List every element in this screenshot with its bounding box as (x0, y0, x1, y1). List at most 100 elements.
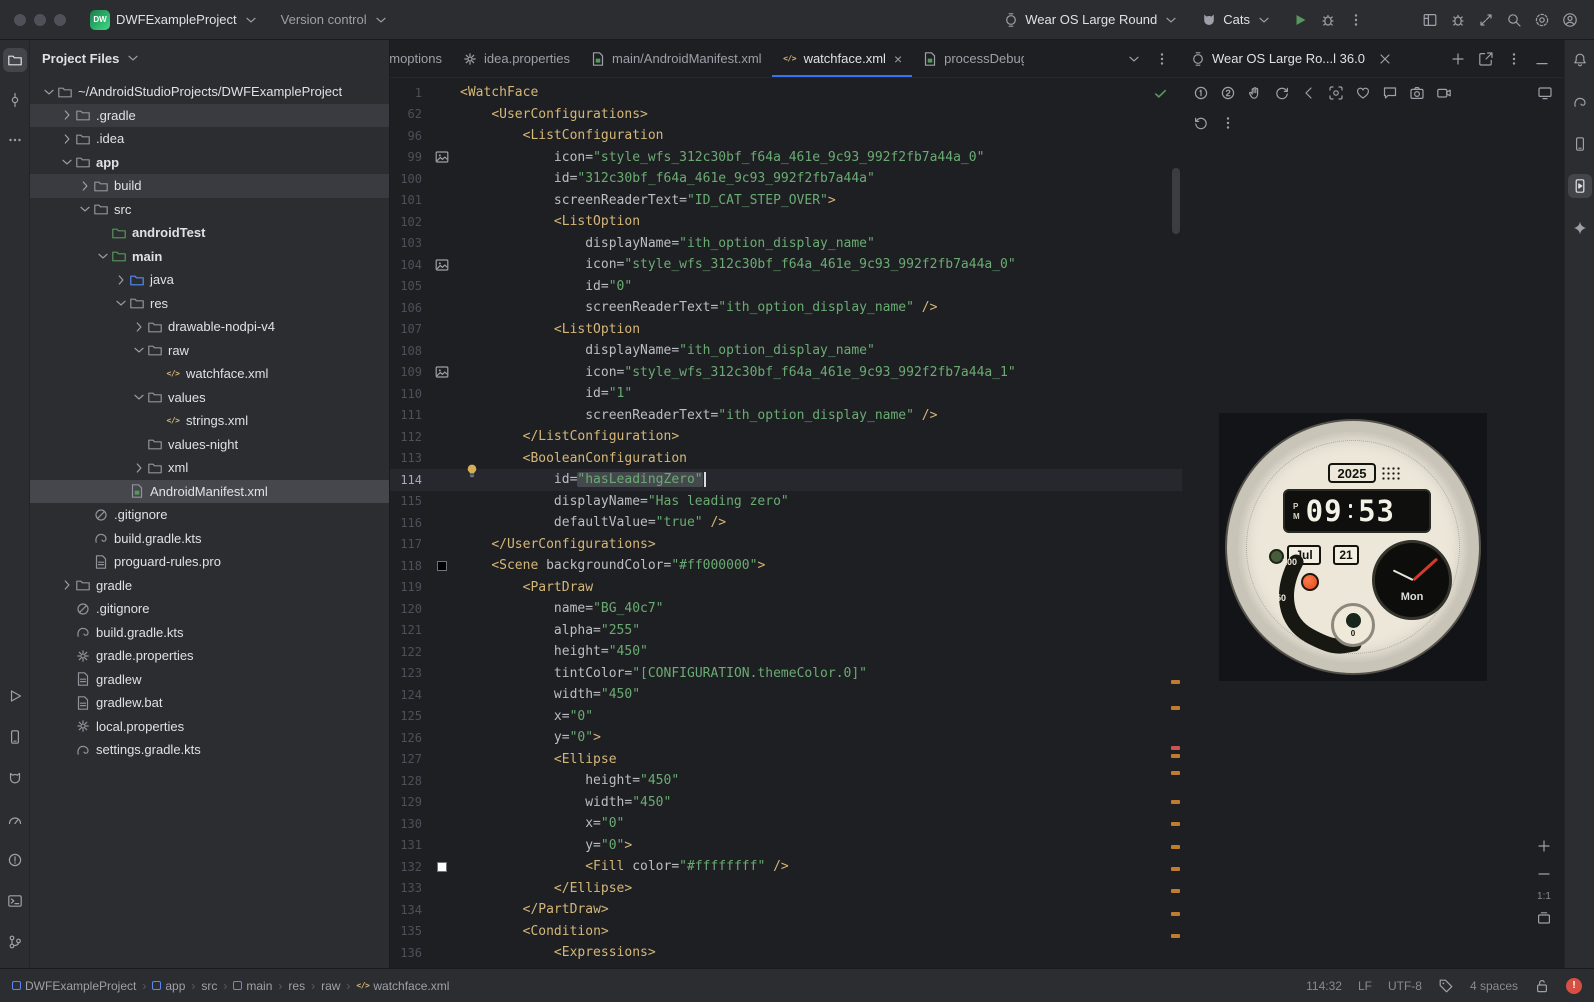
line-number[interactable]: 1 (390, 86, 430, 100)
warning-stripe-mark[interactable] (1171, 680, 1180, 684)
line-number[interactable]: 119 (390, 580, 430, 594)
code-line-118[interactable]: 118 <Scene backgroundColor="#ff000000"> (390, 555, 1182, 577)
device-manager-tool-button[interactable] (3, 725, 27, 749)
code-line-99[interactable]: 99 icon="style_wfs_312c30bf_f64a_461e_9c… (390, 147, 1182, 169)
line-number[interactable]: 128 (390, 774, 430, 788)
commit-tool-button[interactable] (3, 88, 27, 112)
code-line-107[interactable]: 107 <ListOption (390, 319, 1182, 341)
line-number[interactable]: 110 (390, 387, 430, 401)
image-icon[interactable] (434, 364, 450, 380)
zoom-in-button[interactable] (1532, 835, 1556, 857)
run-tool-button[interactable] (3, 684, 27, 708)
intention-bulb-icon[interactable] (464, 463, 480, 483)
line-number[interactable]: 126 (390, 731, 430, 745)
code-line-102[interactable]: 102 <ListOption (390, 211, 1182, 233)
warning-stripe-mark[interactable] (1171, 867, 1180, 871)
tree-item-build.gradle.kts[interactable]: build.gradle.kts (30, 621, 389, 645)
warning-stripe-mark[interactable] (1171, 934, 1180, 938)
code-line-130[interactable]: 130 x="0" (390, 813, 1182, 835)
running-devices-tool-button[interactable] (1567, 174, 1592, 198)
close-window-button[interactable] (14, 13, 26, 26)
code-line-131[interactable]: 131 y="0"> (390, 835, 1182, 857)
tree-item-main[interactable]: main (30, 245, 389, 269)
warning-stripe-mark[interactable] (1171, 845, 1180, 849)
code-line-116[interactable]: 116 defaultValue="true" /> (390, 512, 1182, 534)
line-number[interactable]: 115 (390, 494, 430, 508)
code-line-125[interactable]: 125 x="0" (390, 706, 1182, 728)
breadcrumb-item[interactable]: </> watchface.xml (356, 979, 449, 993)
screen-record-button[interactable] (1431, 81, 1457, 105)
device-streaming-button[interactable] (1472, 7, 1500, 33)
warning-stripe-mark[interactable] (1171, 706, 1180, 710)
image-icon[interactable] (434, 257, 450, 273)
line-number[interactable]: 125 (390, 709, 430, 723)
line-number[interactable]: 120 (390, 602, 430, 616)
more-run-options-button[interactable] (1342, 7, 1370, 33)
tree-item-java[interactable]: java (30, 268, 389, 292)
device-tab-title[interactable]: Wear OS Large Ro...l 36.0 (1212, 51, 1365, 66)
code-line-117[interactable]: 117 </UserConfigurations> (390, 534, 1182, 556)
line-number[interactable]: 112 (390, 430, 430, 444)
tree-item-res[interactable]: res (30, 292, 389, 316)
tree-item-.gitignore[interactable]: .gitignore (30, 503, 389, 527)
line-number[interactable]: 116 (390, 516, 430, 530)
tree-item-androidTest[interactable]: androidTest (30, 221, 389, 245)
device-manager-tool-button[interactable] (1568, 132, 1592, 156)
health-services-button[interactable] (1350, 81, 1376, 105)
line-number[interactable]: 124 (390, 688, 430, 702)
tilt-button[interactable] (1269, 81, 1295, 105)
code-line-128[interactable]: 128 height="450" (390, 770, 1182, 792)
hidden-tabs-button[interactable] (1120, 46, 1148, 72)
account-avatar[interactable] (1556, 7, 1584, 33)
code-line-112[interactable]: 112 </ListConfiguration> (390, 426, 1182, 448)
tree-item-values-night[interactable]: values-night (30, 433, 389, 457)
tree-item-.gitignore[interactable]: .gitignore (30, 597, 389, 621)
warning-stripe-mark[interactable] (1171, 822, 1180, 826)
code-line-104[interactable]: 104 icon="style_wfs_312c30bf_f64a_461e_9… (390, 254, 1182, 276)
error-stripe-mark[interactable] (1171, 746, 1180, 750)
line-number[interactable]: 99 (390, 150, 430, 164)
tree-item-raw[interactable]: raw (30, 339, 389, 363)
close-tab-icon[interactable]: × (894, 51, 902, 67)
line-number[interactable]: 101 (390, 193, 430, 207)
tree-item-values[interactable]: values (30, 386, 389, 410)
tab-moptions[interactable]: moptions (390, 40, 452, 77)
line-number[interactable]: 135 (390, 924, 430, 938)
gemini-tool-button[interactable] (1568, 216, 1592, 240)
line-number[interactable]: 121 (390, 623, 430, 637)
logcat-tool-button[interactable] (3, 766, 27, 790)
emulator-options-button[interactable] (1215, 111, 1241, 135)
line-number[interactable]: 62 (390, 107, 430, 121)
code-line-133[interactable]: 133 </Ellipse> (390, 878, 1182, 900)
zoom-ratio[interactable]: 1:1 (1537, 891, 1551, 902)
tree-item-AndroidStudioProjectsDWFExampleProject[interactable]: ~/AndroidStudioProjects/DWFExampleProjec… (30, 80, 389, 104)
breadcrumb-item[interactable]: raw (321, 979, 340, 993)
indent-widget[interactable]: 4 spaces (1470, 979, 1518, 993)
minimize-window-button[interactable] (34, 13, 46, 26)
line-number[interactable]: 106 (390, 301, 430, 315)
line-number[interactable]: 129 (390, 795, 430, 809)
tree-item-build.gradle.kts[interactable]: build.gradle.kts (30, 527, 389, 551)
notifications-sim-button[interactable] (1377, 81, 1403, 105)
problems-tool-button[interactable] (3, 848, 27, 872)
code-line-115[interactable]: 115 displayName="Has leading zero" (390, 491, 1182, 513)
error-notification-badge[interactable]: ! (1566, 977, 1582, 994)
code-line-114[interactable]: 114 id="hasLeadingZero" (390, 464, 1182, 491)
tree-item-xml[interactable]: xml (30, 456, 389, 480)
line-number[interactable]: 127 (390, 752, 430, 766)
tree-item-settings.gradle.kts[interactable]: settings.gradle.kts (30, 738, 389, 762)
code-line-123[interactable]: 123 tintColor="[CONFIGURATION.themeColor… (390, 663, 1182, 685)
warning-stripe-mark[interactable] (1171, 771, 1180, 775)
project-widget[interactable]: DW DWFExampleProject (82, 6, 267, 34)
tree-item-AndroidManifest.xml[interactable]: AndroidManifest.xml (30, 479, 389, 503)
panel-options-button[interactable] (1500, 46, 1528, 72)
tree-item-drawable-nodpi-v4[interactable]: drawable-nodpi-v4 (30, 315, 389, 339)
code-line-121[interactable]: 121 alpha="255" (390, 620, 1182, 642)
line-number[interactable]: 100 (390, 172, 430, 186)
line-number[interactable]: 131 (390, 838, 430, 852)
breadcrumb-item[interactable]: DWFExampleProject (12, 979, 136, 993)
warning-stripe-mark[interactable] (1171, 800, 1180, 804)
color-swatch-white[interactable] (437, 861, 447, 872)
code-line-109[interactable]: 109 icon="style_wfs_312c30bf_f64a_461e_9… (390, 362, 1182, 384)
line-number[interactable]: 136 (390, 946, 430, 960)
